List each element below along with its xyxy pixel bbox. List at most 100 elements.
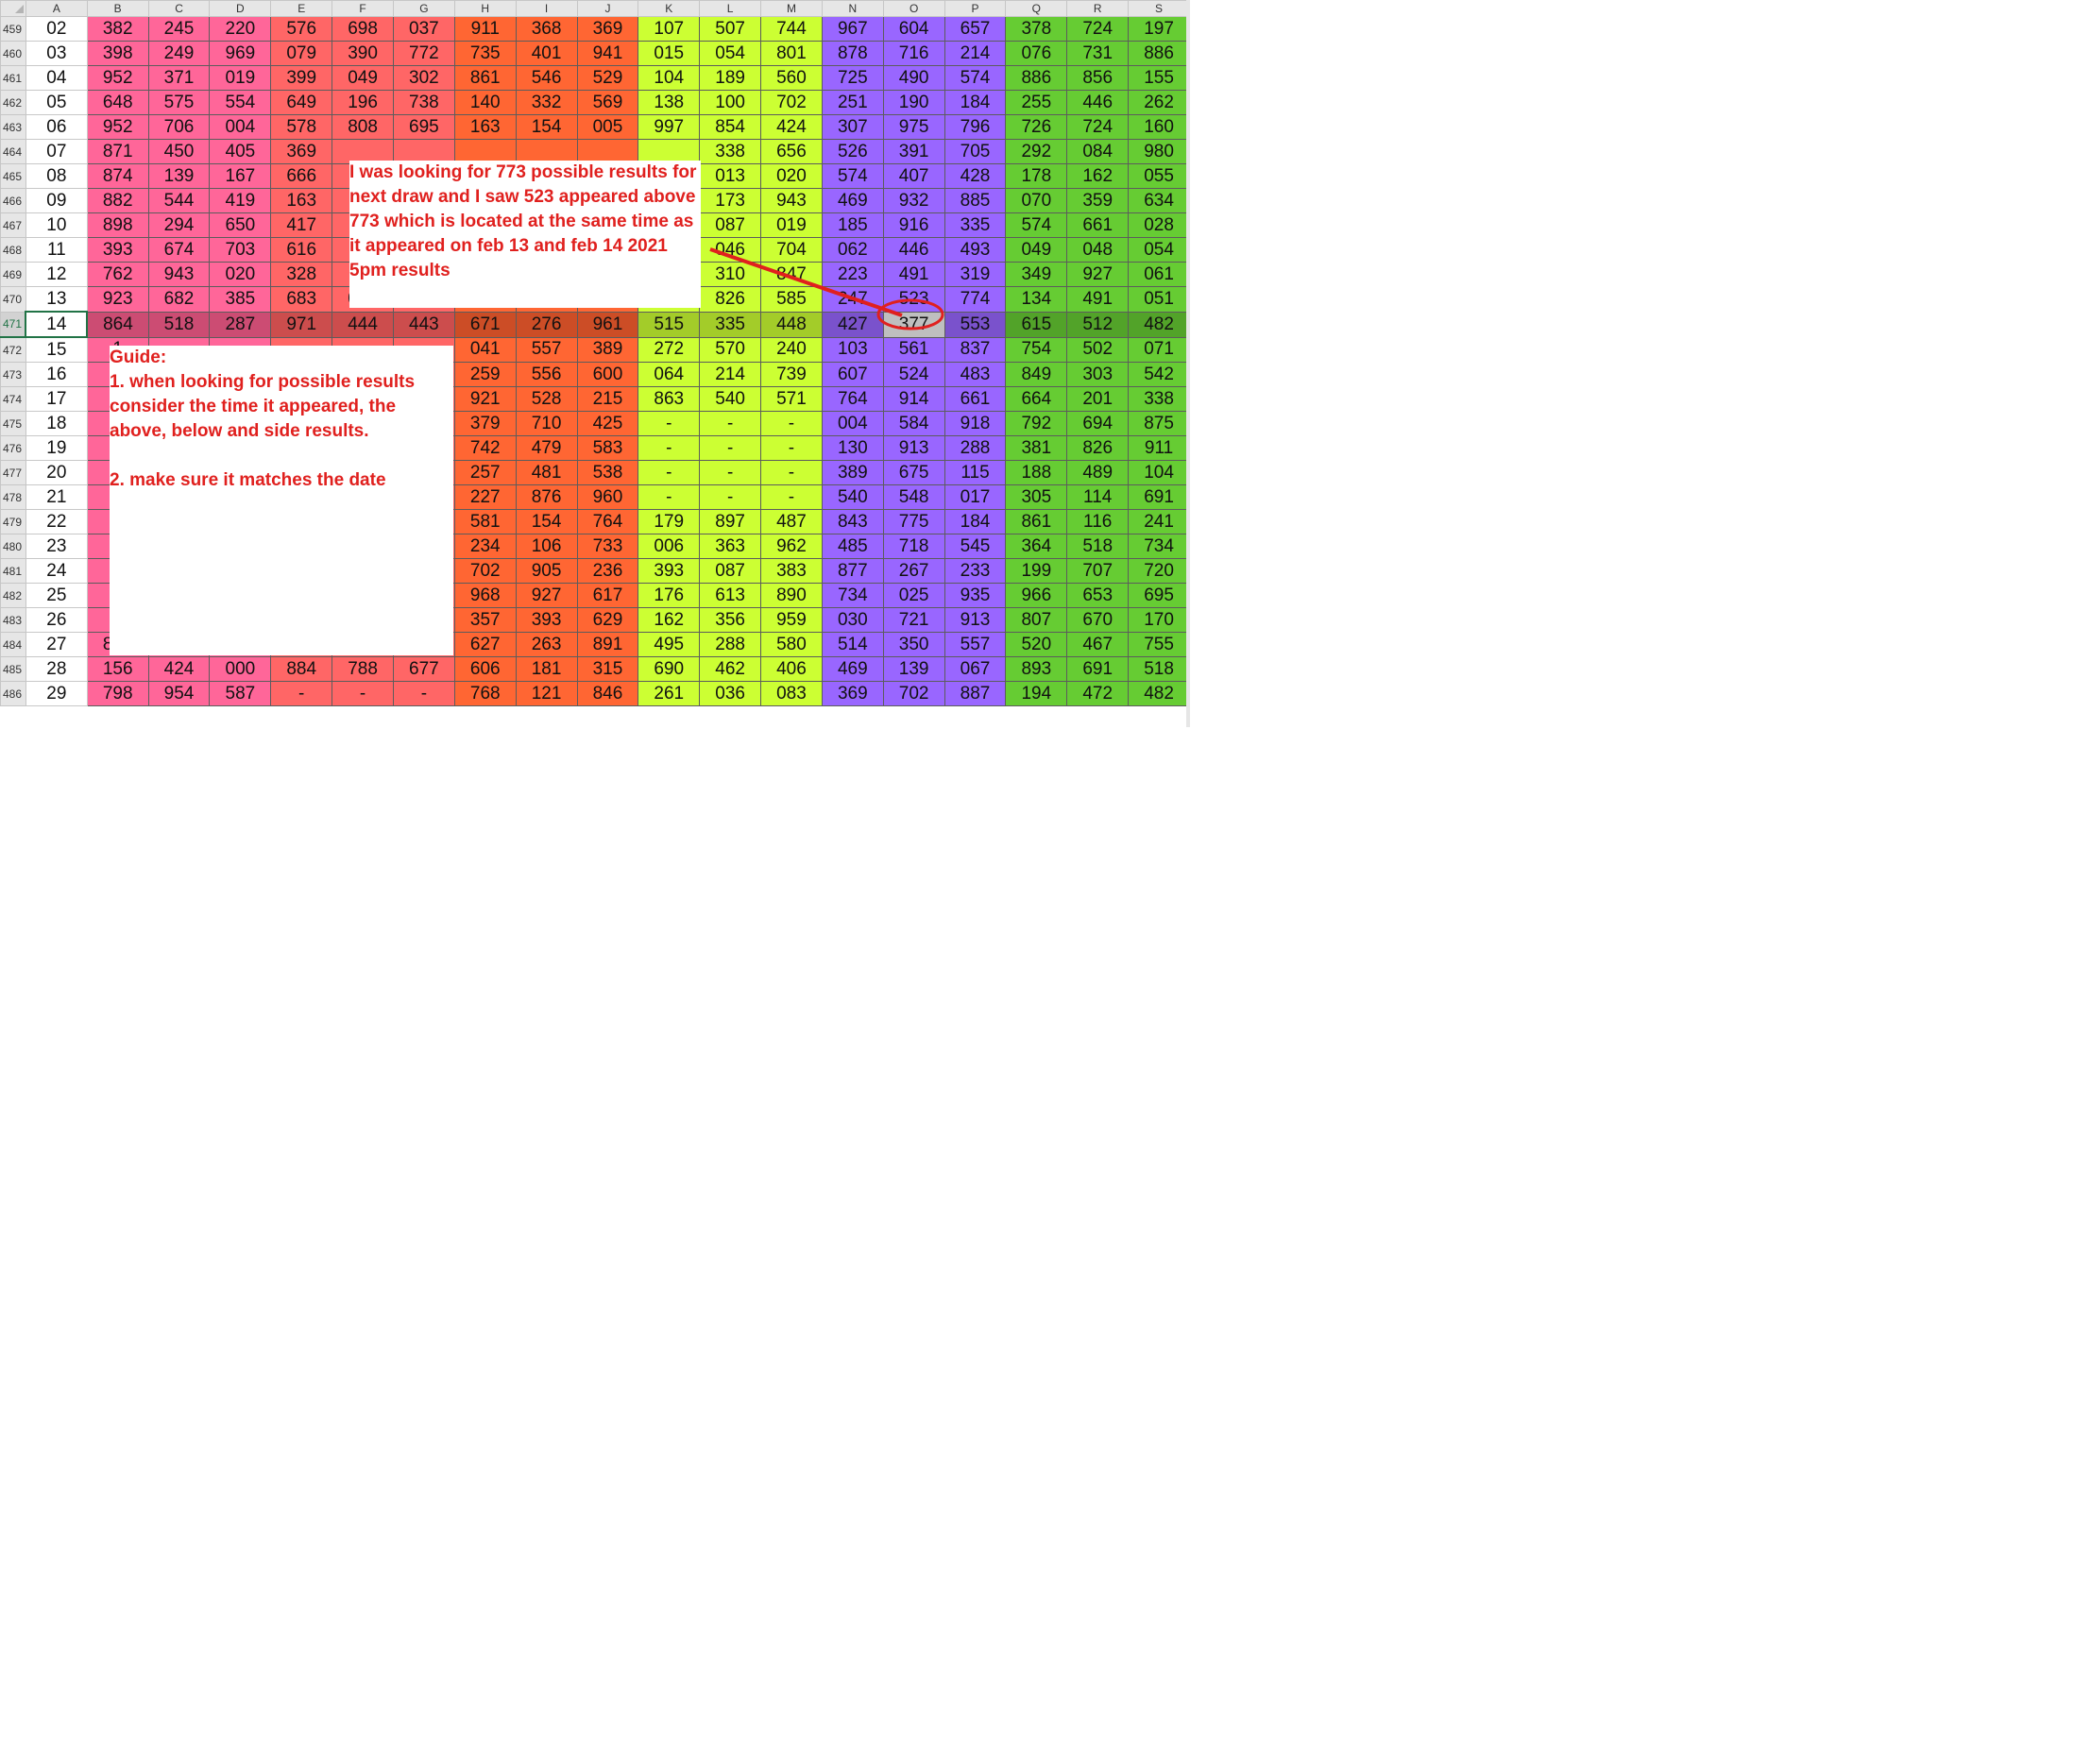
cell-a[interactable]: 06 bbox=[25, 114, 88, 140]
row-header[interactable]: 459 bbox=[0, 16, 26, 42]
cell-s[interactable]: 691 bbox=[1128, 484, 1190, 510]
cell-i[interactable]: 121 bbox=[515, 681, 578, 706]
cell-n[interactable]: 734 bbox=[821, 583, 884, 608]
cell-e[interactable]: 369 bbox=[270, 139, 333, 164]
cell-l[interactable]: 173 bbox=[699, 188, 762, 213]
cell-k[interactable]: 104 bbox=[638, 65, 701, 91]
cell-h[interactable]: 742 bbox=[453, 435, 517, 461]
cell-s[interactable]: 028 bbox=[1128, 212, 1190, 238]
cell-l[interactable]: 087 bbox=[699, 212, 762, 238]
cell-e[interactable]: 666 bbox=[270, 163, 333, 189]
cell-p[interactable]: 493 bbox=[944, 237, 1007, 263]
cell-r[interactable]: 694 bbox=[1066, 411, 1130, 436]
cell-n[interactable]: 251 bbox=[821, 90, 884, 115]
cell-e[interactable]: 616 bbox=[270, 237, 333, 263]
cell-i[interactable]: 276 bbox=[515, 311, 578, 338]
cell-m[interactable]: - bbox=[760, 411, 823, 436]
cell-d[interactable]: 220 bbox=[209, 16, 272, 42]
cell-r[interactable]: 724 bbox=[1066, 114, 1130, 140]
cell-p[interactable]: 796 bbox=[944, 114, 1007, 140]
cell-h[interactable]: 041 bbox=[453, 336, 517, 363]
cell-n[interactable]: 877 bbox=[821, 558, 884, 584]
cell-e[interactable]: 576 bbox=[270, 16, 333, 42]
cell-n[interactable]: 843 bbox=[821, 509, 884, 534]
cell-k[interactable]: - bbox=[638, 484, 701, 510]
cell-e[interactable]: - bbox=[270, 681, 333, 706]
cell-s[interactable]: 155 bbox=[1128, 65, 1190, 91]
cell-r[interactable]: 048 bbox=[1066, 237, 1130, 263]
cell-h[interactable]: 968 bbox=[453, 583, 517, 608]
cell-c[interactable]: 682 bbox=[147, 286, 211, 313]
cell-r[interactable]: 691 bbox=[1066, 656, 1130, 682]
cell-m[interactable]: 448 bbox=[760, 311, 823, 338]
cell-i[interactable]: 479 bbox=[515, 435, 578, 461]
cell-d[interactable]: 385 bbox=[209, 286, 272, 313]
cell-m[interactable]: 585 bbox=[760, 286, 823, 313]
cell-e[interactable]: 163 bbox=[270, 188, 333, 213]
cell-j[interactable]: 369 bbox=[576, 16, 639, 42]
cell-o[interactable]: 718 bbox=[882, 534, 945, 559]
cell-s[interactable]: 051 bbox=[1128, 286, 1190, 313]
cell-n[interactable]: 389 bbox=[821, 460, 884, 485]
cell-m[interactable]: - bbox=[760, 484, 823, 510]
column-header-a[interactable]: A bbox=[25, 0, 88, 17]
cell-s[interactable]: 262 bbox=[1128, 90, 1190, 115]
cell-l[interactable]: 335 bbox=[699, 311, 762, 338]
cell-q[interactable]: 292 bbox=[1005, 139, 1068, 164]
cell-o[interactable]: 377 bbox=[882, 311, 945, 338]
cell-k[interactable]: 006 bbox=[638, 534, 701, 559]
cell-k[interactable]: - bbox=[638, 460, 701, 485]
cell-p[interactable]: 657 bbox=[944, 16, 1007, 42]
cell-h[interactable]: 140 bbox=[453, 90, 517, 115]
cell-q[interactable]: 726 bbox=[1005, 114, 1068, 140]
cell-a[interactable]: 17 bbox=[25, 386, 88, 412]
row-header[interactable]: 462 bbox=[0, 90, 26, 115]
cell-a[interactable]: 18 bbox=[25, 411, 88, 436]
cell-s[interactable]: 482 bbox=[1128, 681, 1190, 706]
cell-i[interactable]: 528 bbox=[515, 386, 578, 412]
cell-j[interactable]: 569 bbox=[576, 90, 639, 115]
cell-e[interactable]: 417 bbox=[270, 212, 333, 238]
cell-l[interactable]: 288 bbox=[699, 632, 762, 657]
cell-h[interactable]: 768 bbox=[453, 681, 517, 706]
cell-j[interactable]: 960 bbox=[576, 484, 639, 510]
cell-s[interactable]: 055 bbox=[1128, 163, 1190, 189]
cell-j[interactable]: 629 bbox=[576, 607, 639, 633]
cell-o[interactable]: 407 bbox=[882, 163, 945, 189]
cell-a[interactable]: 02 bbox=[25, 16, 88, 42]
row-header[interactable]: 468 bbox=[0, 237, 26, 263]
row-header[interactable]: 474 bbox=[0, 386, 26, 412]
cell-a[interactable]: 09 bbox=[25, 188, 88, 213]
cell-c[interactable]: 294 bbox=[147, 212, 211, 238]
cell-s[interactable]: 755 bbox=[1128, 632, 1190, 657]
cell-a[interactable]: 27 bbox=[25, 632, 88, 657]
cell-k[interactable]: 997 bbox=[638, 114, 701, 140]
cell-r[interactable]: 927 bbox=[1066, 262, 1130, 287]
cell-s[interactable]: 241 bbox=[1128, 509, 1190, 534]
cell-r[interactable]: 201 bbox=[1066, 386, 1130, 412]
row-header[interactable]: 484 bbox=[0, 632, 26, 657]
row-header[interactable]: 460 bbox=[0, 41, 26, 66]
cell-f[interactable]: 444 bbox=[332, 311, 394, 338]
cell-i[interactable]: 154 bbox=[515, 509, 578, 534]
cell-j[interactable]: 315 bbox=[576, 656, 639, 682]
cell-r[interactable]: 116 bbox=[1066, 509, 1130, 534]
cell-l[interactable]: 338 bbox=[699, 139, 762, 164]
cell-a[interactable]: 13 bbox=[25, 286, 88, 313]
cell-j[interactable]: 600 bbox=[576, 362, 639, 387]
cell-o[interactable]: 446 bbox=[882, 237, 945, 263]
column-header-s[interactable]: S bbox=[1128, 0, 1190, 17]
cell-n[interactable]: 185 bbox=[821, 212, 884, 238]
cell-i[interactable]: 332 bbox=[515, 90, 578, 115]
cell-l[interactable]: 854 bbox=[699, 114, 762, 140]
cell-k[interactable]: - bbox=[638, 411, 701, 436]
cell-k[interactable]: 138 bbox=[638, 90, 701, 115]
cell-c[interactable]: 706 bbox=[147, 114, 211, 140]
cell-d[interactable]: 650 bbox=[209, 212, 272, 238]
cell-m[interactable]: 943 bbox=[760, 188, 823, 213]
row-header[interactable]: 478 bbox=[0, 484, 26, 510]
cell-l[interactable]: 462 bbox=[699, 656, 762, 682]
cell-i[interactable]: 106 bbox=[515, 534, 578, 559]
cell-q[interactable]: 615 bbox=[1005, 311, 1068, 338]
row-header[interactable]: 486 bbox=[0, 681, 26, 706]
